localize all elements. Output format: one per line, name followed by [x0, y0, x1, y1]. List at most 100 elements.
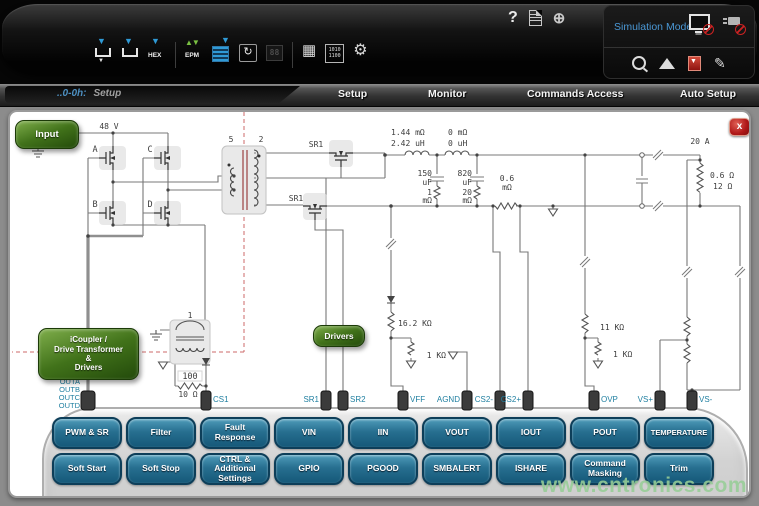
report-document-button[interactable]	[529, 10, 542, 26]
l1-res-label: 1.44 mΩ	[391, 128, 425, 137]
toolbar-separator	[292, 42, 293, 68]
ct-primary-turns: 1	[188, 311, 193, 320]
outc-label: OUTC	[59, 393, 81, 402]
main-transformer	[222, 146, 266, 214]
pin-label-cs1: CS1	[213, 395, 229, 404]
c1-value: 150	[418, 169, 433, 178]
chip-program-button[interactable]	[688, 56, 701, 71]
mosfet-sr1-bottom	[303, 193, 327, 220]
current-transformer	[170, 320, 210, 381]
chip-icon	[212, 46, 229, 62]
resistors	[178, 163, 703, 389]
vff-res-label: 16.2 KΩ	[398, 319, 432, 328]
download-arrow-icon: ▼	[124, 37, 133, 46]
button-fault-response[interactable]: Fault Response	[200, 417, 270, 449]
close-button[interactable]: x	[729, 118, 750, 136]
simulation-tools-row: ✎	[604, 47, 754, 78]
c1-unit: uF	[422, 178, 432, 187]
status-address: ..0-0h:	[57, 88, 86, 99]
waveform-scope-button[interactable]	[659, 58, 675, 69]
connector-terminals	[640, 153, 645, 209]
epm-button[interactable]: ▲▼ EPM	[185, 40, 203, 72]
tab-commands-access[interactable]: Commands Access	[527, 88, 623, 100]
button-pgood[interactable]: PGOOD	[348, 453, 418, 485]
status-text: ..0-0h: Setup	[57, 88, 121, 99]
c2-value: 820	[458, 169, 473, 178]
button-pwm-sr[interactable]: PWM & SR	[52, 417, 122, 449]
watermark: www.cntronics.com	[541, 474, 747, 498]
tab-monitor[interactable]: Monitor	[428, 88, 467, 100]
shunt-unit: mΩ	[502, 183, 512, 192]
ovp-res-top-label: 11 KΩ	[600, 323, 624, 332]
board-triangle-icon: ▼	[98, 58, 104, 64]
button-soft-stop[interactable]: Soft Stop	[126, 453, 196, 485]
pin-label-cs2p: CS2+	[501, 395, 522, 404]
edit-pencil-button[interactable]: ✎	[714, 55, 726, 72]
ct-res-label: 10 Ω	[178, 390, 197, 399]
button-vout[interactable]: VOUT	[422, 417, 492, 449]
button-gpio[interactable]: GPIO	[274, 453, 344, 485]
tray-icon	[95, 48, 111, 57]
button-vin[interactable]: VIN	[274, 417, 344, 449]
register-table-button[interactable]: ▦	[302, 40, 316, 62]
pin-label-vsp: VS+	[638, 395, 654, 404]
c1-esr: 1	[427, 188, 432, 197]
download-arrow-icon: ▼	[151, 37, 160, 46]
display-88-button[interactable]: 88	[266, 45, 283, 61]
load-res2-label: 12 Ω	[713, 182, 732, 191]
xfmr-primary-turns: 5	[229, 135, 234, 144]
c1-esr-unit: mΩ	[422, 196, 432, 205]
tray-icon	[122, 48, 138, 57]
button-soft-start[interactable]: Soft Start	[52, 453, 122, 485]
tab-setup[interactable]: Setup	[338, 88, 367, 100]
schematic-panel: 48 V A B C D 5 2 SR1 SR1 1.44 mΩ 2.42 uH…	[8, 110, 751, 498]
l2-ind-label: 0 uH	[448, 139, 467, 148]
xfmr-secondary-turns: 2	[259, 135, 264, 144]
load-res1-label: 0.6 Ω	[710, 171, 734, 180]
button-ctrl-additional-settings[interactable]: CTRL & Additional Settings	[200, 453, 270, 485]
web-globe-button[interactable]: ⊕	[553, 9, 566, 27]
zoom-magnifier-button[interactable]	[632, 56, 646, 70]
binary-code-button[interactable]: 1010 1100	[325, 44, 344, 63]
button-iout[interactable]: IOUT	[496, 417, 566, 449]
button-temperature[interactable]: TEMPERATURE	[644, 417, 714, 449]
pin-label-vsn: VS-	[699, 395, 713, 404]
schematic-wires	[38, 133, 740, 391]
pin-label-vff: VFF	[410, 395, 425, 404]
button-filter[interactable]: Filter	[126, 417, 196, 449]
fet-c-label: C	[147, 145, 152, 155]
top-toolbar: ▼ ▼ ▼ ▼ HEX ▲▼ EPM ▼ ↻ 88 ▦ 1010 1100 ⚙	[0, 0, 759, 84]
tab-auto-setup[interactable]: Auto Setup	[680, 88, 736, 100]
download-button[interactable]: ▼	[121, 40, 139, 72]
agnd-res-label: 1 KΩ	[427, 351, 446, 360]
toolbar-separator	[175, 42, 176, 68]
toolbar-icon-row: ▼ ▼ ▼ ▼ HEX ▲▼ EPM ▼ ↻ 88 ▦ 1010 1100 ⚙	[94, 40, 368, 74]
l2-res-label: 0 mΩ	[448, 128, 467, 137]
pin-label-ovp: OVP	[601, 395, 618, 404]
c2-esr-unit: mΩ	[462, 196, 472, 205]
download-arrow-icon: ▼	[221, 36, 230, 45]
button-iin[interactable]: IIN	[348, 417, 418, 449]
status-page: Setup	[93, 88, 121, 99]
help-button[interactable]: ?	[508, 9, 518, 27]
c2-esr: 20	[462, 188, 472, 197]
button-pout[interactable]: POUT	[570, 417, 640, 449]
epm-arrows-icon: ▲▼	[185, 38, 199, 47]
load-current-label: 20 A	[690, 137, 709, 146]
fet-b-label: B	[92, 200, 97, 210]
icoupler-block-button[interactable]: iCoupler / Drive Transformer & Drivers	[38, 328, 139, 380]
download-hex-button[interactable]: ▼ HEX	[148, 40, 166, 72]
shunt-value: 0.6	[500, 174, 515, 183]
button-smbalert[interactable]: SMBALERT	[422, 453, 492, 485]
hex-label: HEX	[148, 52, 161, 59]
ct-secondary-turns: 100	[182, 372, 197, 382]
input-block-button[interactable]: Input	[15, 120, 79, 149]
settings-gear-button[interactable]: ⚙	[353, 40, 367, 62]
refresh-loop-button[interactable]: ↻	[239, 44, 257, 62]
drivers-block-button[interactable]: Drivers	[313, 325, 365, 347]
download-arrow-icon: ▼	[97, 37, 106, 46]
wire-break-marks	[386, 150, 745, 277]
chip-download-button[interactable]: ▼	[212, 40, 230, 72]
download-to-board-button[interactable]: ▼ ▼	[94, 40, 112, 72]
pin-label-sr1: SR1	[303, 395, 319, 404]
